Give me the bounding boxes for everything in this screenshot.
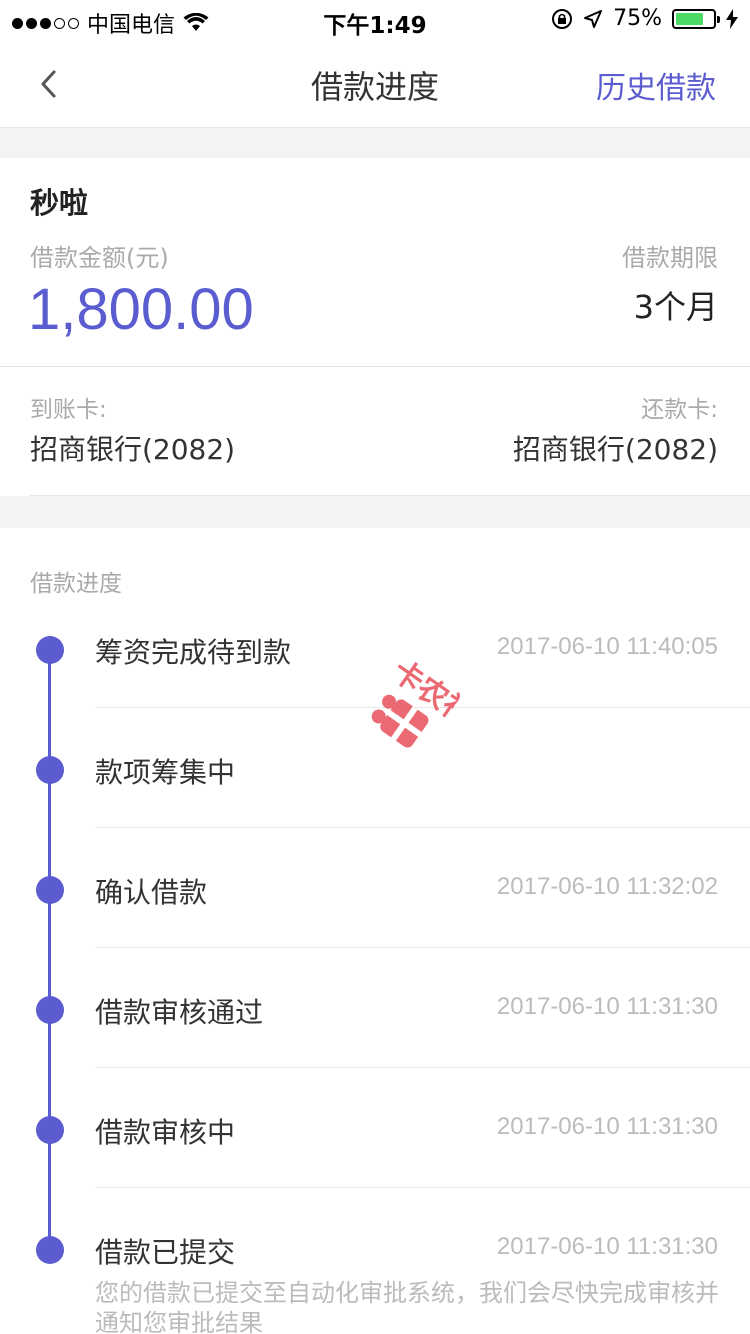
status-bar: 中国电信 下午1:49 75%	[0, 0, 750, 40]
repay-card-value: 招商银行(2082)	[512, 433, 718, 466]
receive-card-value: 招商银行(2082)	[30, 433, 236, 466]
battery-icon	[672, 8, 720, 29]
step-title: 借款已提交	[95, 1236, 236, 1269]
repay-card-label: 还款卡:	[641, 397, 718, 423]
battery-percent: 75%	[613, 6, 662, 31]
timeline-step: 借款审核通过 2017-06-10 11:31:30	[0, 888, 750, 1068]
step-time: 2017-06-10 11:31:30	[496, 1233, 718, 1260]
timeline-step: 借款已提交 2017-06-10 11:31:30 您的借款已提交至自动化审批系…	[0, 1128, 750, 1334]
step-description: 您的借款已提交至自动化审批系统，我们会尽快完成审核并通知您审批结果	[95, 1279, 719, 1334]
nav-bar: 借款进度 历史借款	[0, 40, 750, 128]
charging-icon	[726, 8, 738, 29]
loan-amount: 1,800.00	[28, 277, 254, 342]
timeline-step: 借款审核中 2017-06-10 11:31:30	[0, 1008, 750, 1188]
card-bottom-line	[30, 495, 750, 496]
location-arrow-icon	[584, 9, 603, 28]
status-right: 75%	[551, 6, 738, 31]
timeline-node	[36, 1236, 64, 1264]
product-name: 秒啦	[30, 186, 89, 220]
timeline-step: 确认借款 2017-06-10 11:32:02	[0, 768, 750, 948]
term-label: 借款期限	[622, 244, 718, 272]
loan-summary-card: 秒啦 借款金额(元) 1,800.00 借款期限 3个月 到账卡: 招商银行(2…	[0, 158, 750, 496]
receive-card-label: 到账卡:	[30, 397, 107, 423]
amount-label: 借款金额(元)	[30, 244, 169, 272]
history-loans-button[interactable]: 历史借款	[596, 63, 716, 107]
orientation-lock-icon	[552, 8, 573, 29]
term-value: 3个月	[633, 288, 718, 326]
card-divider	[0, 366, 750, 367]
